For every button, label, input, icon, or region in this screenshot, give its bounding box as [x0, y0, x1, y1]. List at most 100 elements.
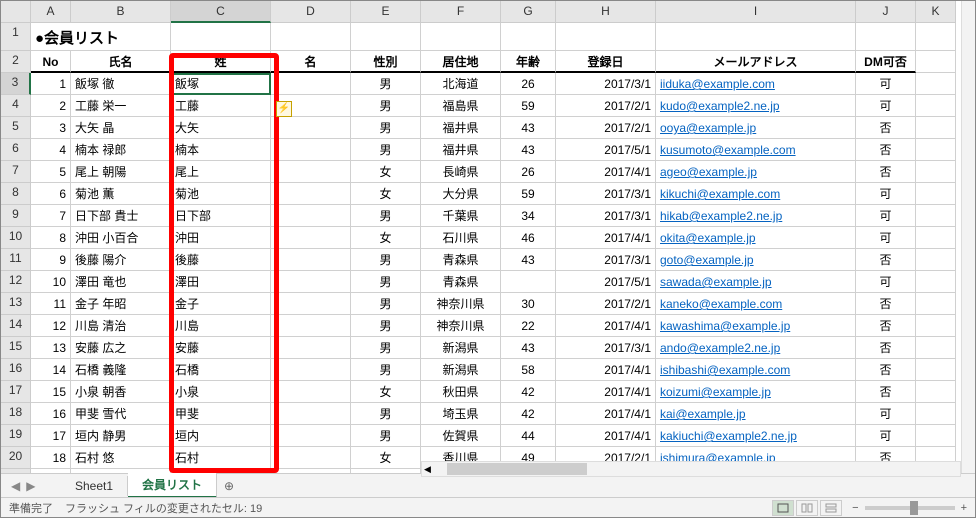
empty-cell[interactable]	[916, 425, 956, 447]
cell-pref[interactable]: 青森県	[421, 249, 501, 271]
cell-age[interactable]: 59	[501, 95, 556, 117]
cell-pref[interactable]: 埼玉県	[421, 403, 501, 425]
cell-pref[interactable]: 福島県	[421, 95, 501, 117]
header-F[interactable]: 居住地	[421, 51, 501, 73]
cell-date[interactable]: 2017/3/1	[556, 205, 656, 227]
cell-pref[interactable]: 福井県	[421, 117, 501, 139]
cell-dm[interactable]: 否	[856, 293, 916, 315]
row-header-11[interactable]: 11	[1, 249, 31, 271]
empty-cell[interactable]	[171, 23, 271, 51]
cell-no[interactable]: 4	[31, 139, 71, 161]
empty-cell[interactable]	[916, 183, 956, 205]
cell-pref[interactable]: 長崎県	[421, 161, 501, 183]
cell-no[interactable]: 13	[31, 337, 71, 359]
cell-sex[interactable]: 男	[351, 359, 421, 381]
zoom-in-button[interactable]: +	[961, 502, 967, 514]
cell-mei[interactable]	[271, 117, 351, 139]
cell-no[interactable]: 5	[31, 161, 71, 183]
empty-cell[interactable]	[656, 23, 856, 51]
row-header-13[interactable]: 13	[1, 293, 31, 315]
cell-name[interactable]: 工藤 栄一	[71, 95, 171, 117]
cell-pref[interactable]: 福井県	[421, 139, 501, 161]
cell-sei[interactable]: 石橋	[171, 359, 271, 381]
cell-mei[interactable]	[271, 249, 351, 271]
empty-cell[interactable]	[351, 23, 421, 51]
cell-no[interactable]: 12	[31, 315, 71, 337]
zoom-slider-thumb[interactable]	[910, 501, 918, 515]
cell-dm[interactable]: 可	[856, 73, 916, 95]
tab-arrow-right-icon[interactable]: ▶	[26, 479, 35, 493]
cell-no[interactable]: 14	[31, 359, 71, 381]
header-A[interactable]: No	[31, 51, 71, 73]
cell-sex[interactable]: 男	[351, 117, 421, 139]
cell-dm[interactable]: 可	[856, 271, 916, 293]
cell-name[interactable]: 尾上 朝陽	[71, 161, 171, 183]
cell-sex[interactable]: 男	[351, 315, 421, 337]
cell-sex[interactable]: 男	[351, 73, 421, 95]
cell-mei[interactable]	[271, 205, 351, 227]
cell-date[interactable]: 2017/2/1	[556, 95, 656, 117]
cell-name[interactable]: 澤田 竜也	[71, 271, 171, 293]
row-header-5[interactable]: 5	[1, 117, 31, 139]
header-E[interactable]: 性別	[351, 51, 421, 73]
cell-sex[interactable]: 女	[351, 381, 421, 403]
cell-sei[interactable]: 大矢	[171, 117, 271, 139]
cell-mail[interactable]: ando@example2.ne.jp	[656, 337, 856, 359]
cell-date[interactable]: 2017/5/1	[556, 139, 656, 161]
empty-cell[interactable]	[916, 249, 956, 271]
cell-mail[interactable]: ageo@example.jp	[656, 161, 856, 183]
empty-cell[interactable]	[916, 337, 956, 359]
empty-cell[interactable]	[916, 161, 956, 183]
col-header-F[interactable]: F	[421, 1, 501, 23]
cell-date[interactable]: 2017/4/1	[556, 227, 656, 249]
view-normal-icon[interactable]	[772, 500, 794, 516]
cell-dm[interactable]: 否	[856, 315, 916, 337]
cell-age[interactable]: 26	[501, 161, 556, 183]
cell-dm[interactable]: 可	[856, 227, 916, 249]
cell-no[interactable]: 9	[31, 249, 71, 271]
header-C[interactable]: 姓	[171, 51, 271, 73]
cell-sex[interactable]: 男	[351, 249, 421, 271]
col-header-G[interactable]: G	[501, 1, 556, 23]
cell-dm[interactable]: 可	[856, 95, 916, 117]
cell-no[interactable]: 8	[31, 227, 71, 249]
flash-fill-options-icon[interactable]: ⚡	[276, 101, 292, 117]
cell-date[interactable]: 2017/5/1	[556, 271, 656, 293]
cell-mail[interactable]: ishibashi@example.com	[656, 359, 856, 381]
cell-mei[interactable]	[271, 381, 351, 403]
cell-mail[interactable]: sawada@example.jp	[656, 271, 856, 293]
cell-no[interactable]: 10	[31, 271, 71, 293]
vertical-scrollbar[interactable]	[961, 1, 975, 473]
row-header-19[interactable]: 19	[1, 425, 31, 447]
cell-name[interactable]: 石村 悠	[71, 447, 171, 469]
header-H[interactable]: 登録日	[556, 51, 656, 73]
cell-sei[interactable]: 楠本	[171, 139, 271, 161]
cell-age[interactable]: 58	[501, 359, 556, 381]
cell-mei[interactable]	[271, 403, 351, 425]
cell-name[interactable]: 日下部 貴士	[71, 205, 171, 227]
empty-cell[interactable]	[916, 51, 956, 73]
cell-sex[interactable]: 女	[351, 183, 421, 205]
cell-no[interactable]: 6	[31, 183, 71, 205]
cell-dm[interactable]: 否	[856, 117, 916, 139]
cell-age[interactable]: 26	[501, 73, 556, 95]
cell-sei[interactable]: 石村	[171, 447, 271, 469]
cell-sei[interactable]: 澤田	[171, 271, 271, 293]
row-header-10[interactable]: 10	[1, 227, 31, 249]
cell-no[interactable]: 1	[31, 73, 71, 95]
cell-no[interactable]: 3	[31, 117, 71, 139]
cell-dm[interactable]: 否	[856, 161, 916, 183]
tab-sheet1[interactable]: Sheet1	[61, 476, 128, 496]
col-header-K[interactable]: K	[916, 1, 956, 23]
empty-cell[interactable]	[856, 23, 916, 51]
cell-mail[interactable]: hikab@example2.ne.jp	[656, 205, 856, 227]
cell-mail[interactable]: kawashima@example.jp	[656, 315, 856, 337]
cell-pref[interactable]: 秋田県	[421, 381, 501, 403]
cell-sei[interactable]: 安藤	[171, 337, 271, 359]
empty-cell[interactable]	[421, 23, 501, 51]
cell-name[interactable]: 菊池 薫	[71, 183, 171, 205]
cell-sei[interactable]: 小泉	[171, 381, 271, 403]
cell-mail[interactable]: kakiuchi@example2.ne.jp	[656, 425, 856, 447]
empty-cell[interactable]	[916, 205, 956, 227]
cell-mail[interactable]: koizumi@example.jp	[656, 381, 856, 403]
